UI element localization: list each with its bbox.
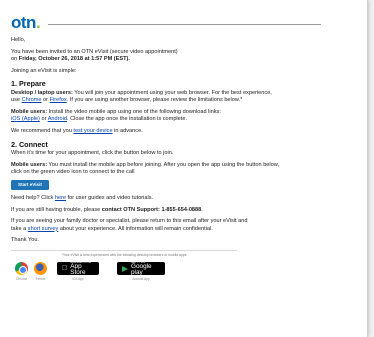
connect-heading: 2. Connect [11, 139, 48, 149]
footer-note: *Your eVisit is best experienced with th… [61, 252, 187, 257]
google-play-badge[interactable]: GET IT ON Google play Android App [117, 261, 165, 281]
header-divider [48, 24, 322, 25]
app-store-badge[interactable]:  Download on theApp Store iOS App [57, 261, 99, 281]
firefox-link[interactable]: Firefox [50, 97, 67, 103]
help-link[interactable]: here [55, 195, 66, 201]
invite-paragraph: You have been invited to an OTN eVisit (… [11, 48, 178, 63]
chrome-link[interactable]: Chrome [22, 97, 42, 103]
test-device-link[interactable]: test your device [73, 128, 112, 134]
apple-icon:  [62, 265, 67, 272]
survey-paragraph: If you are seeing your family doctor or … [11, 218, 248, 232]
email-body: otn. Hello, You have been invited to an … [0, 0, 368, 337]
help-line: Need help? Click here for user guides an… [11, 194, 154, 201]
thank-you: Thank You. [11, 237, 39, 244]
start-evisit-button[interactable]: Start eVisit [11, 179, 49, 190]
greeting: Hello, [11, 37, 26, 43]
footer-apps: *Your eVisit is best experienced with th… [11, 249, 237, 300]
google-play-icon [122, 265, 128, 272]
prepare-heading: 1. Prepare [11, 79, 46, 89]
chrome-badge[interactable]: Chrome [15, 262, 28, 281]
email-header: otn. [11, 12, 367, 32]
appointment-datetime: Friday, October 26, 2018 at 1:57 PM (EST… [18, 56, 130, 63]
firefox-badge[interactable]: Firefox [34, 262, 47, 281]
mobile-install-instructions: Mobile users: Install the video mobile a… [11, 108, 221, 123]
connect-instructions: When it's time for your appointment, cli… [11, 150, 174, 157]
app-badges: Chrome Firefox  Download on theApp Stor… [11, 261, 237, 281]
ios-link[interactable]: iOS (Apple) [11, 116, 40, 122]
android-link[interactable]: Android [48, 116, 67, 122]
mobile-connect-instructions: Mobile users: You must install the mobil… [11, 161, 280, 176]
support-line: If you are still having trouble, please … [11, 206, 203, 213]
otn-logo: otn. [11, 12, 41, 32]
survey-link[interactable]: short survey [28, 226, 58, 232]
firefox-icon [34, 262, 47, 276]
support-phone: contact OTN Support: 1-855-654-0888 [101, 206, 202, 213]
chrome-icon [15, 262, 28, 276]
test-device-line: We recommend that you test your device i… [11, 127, 143, 134]
desktop-instructions: Desktop / laptop users: You will join yo… [11, 89, 272, 104]
joining-intro: Joining an eVisit is simple: [11, 67, 77, 74]
